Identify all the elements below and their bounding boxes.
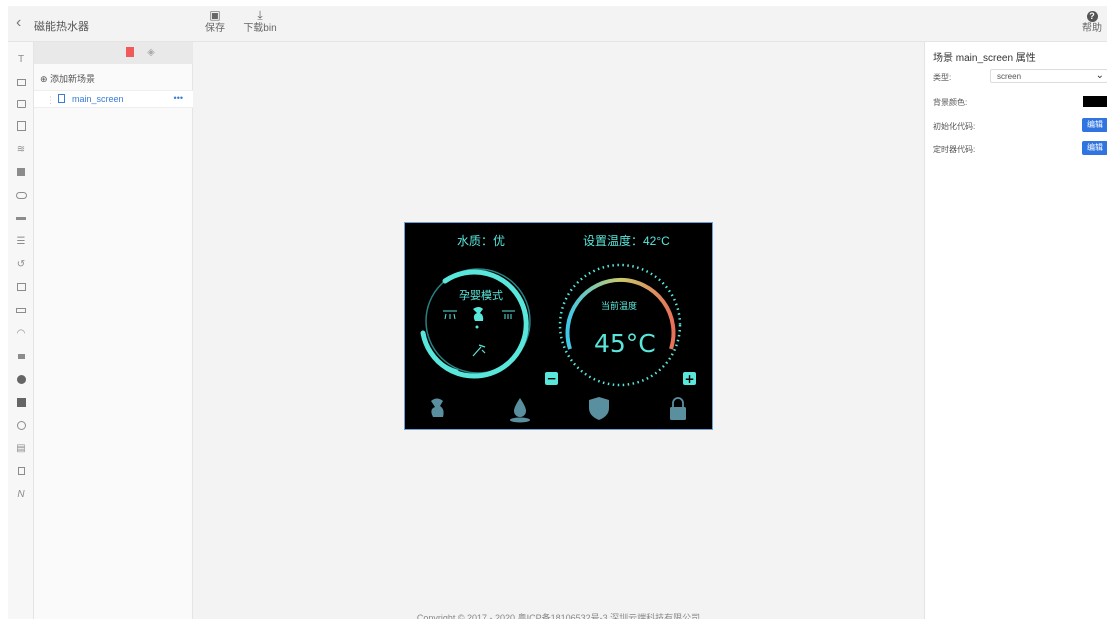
faucet-mode-icon <box>473 307 484 329</box>
text-icon[interactable]: T <box>8 50 34 70</box>
led-icon[interactable] <box>8 347 34 367</box>
type-value: screen <box>997 72 1022 81</box>
arc-icon[interactable]: ↺ <box>8 255 34 275</box>
save-button[interactable]: ▣ 保存 <box>204 8 226 36</box>
properties-panel: 场景 main_screen 属性 类型: screen ⌄ 背景颜色: 初始化… <box>924 42 1107 619</box>
chevron-left-icon[interactable]: ‹ <box>16 14 32 32</box>
water-quality-label: 水质：优 <box>457 234 506 248</box>
current-temp-value: 45°C <box>594 329 656 358</box>
shower-left-icon <box>443 310 457 320</box>
lock-icon[interactable] <box>670 397 686 420</box>
help-icon: ? <box>1086 11 1098 22</box>
download-icon: ⤓ <box>257 8 263 22</box>
download-bin-button[interactable]: ⤓ 下载bin <box>240 8 280 36</box>
gauge-dots <box>558 263 682 387</box>
edit-timer-code-button[interactable]: 编辑 <box>1082 141 1107 155</box>
design-canvas[interactable]: − + 水质：优 设置温度：42°C 孕婴模式 当前温度 45°C <box>193 42 924 612</box>
file-icon <box>126 47 134 58</box>
init-code-label: 初始化代码: <box>933 122 976 131</box>
timer-code-label: 定时器代码: <box>933 145 976 154</box>
plus-glyph: + <box>684 372 694 386</box>
app-title: 磁能热水器 <box>34 21 89 33</box>
more-icon[interactable]: ••• <box>174 93 183 103</box>
scene-tabs: ◈ <box>34 42 193 64</box>
table-icon[interactable]: ▤ <box>8 439 34 459</box>
calendar-icon[interactable] <box>8 278 34 298</box>
help-button[interactable]: ? 帮助 <box>1079 8 1105 36</box>
drag-handle-icon[interactable]: ⋮ <box>46 95 55 106</box>
checkbox-icon[interactable] <box>8 163 34 183</box>
type-label: 类型: <box>933 73 952 82</box>
current-temp-label: 当前温度 <box>601 301 638 311</box>
chart-icon[interactable]: N <box>8 485 34 505</box>
copyright-footer: Copyright © 2017 - 2020 粤ICP备18106532号-3… <box>193 611 924 619</box>
spray-icon <box>472 344 486 357</box>
help-label: 帮助 <box>1082 23 1102 34</box>
widget-toolbar: T ≋ ☰ ↺ ◠ ▤ N <box>8 42 34 619</box>
image-icon[interactable] <box>8 95 34 115</box>
type-select[interactable]: screen ⌄ <box>990 69 1107 83</box>
edit-init-code-button[interactable]: 编辑 <box>1082 118 1107 132</box>
slider-icon[interactable]: ≋ <box>8 140 34 160</box>
scene-panel: ◈ ⊕ 添加新场景 ⋮ main_screen ••• <box>34 42 193 619</box>
properties-title: 场景 main_screen 属性 <box>933 53 1036 64</box>
faucet-icon[interactable] <box>431 398 444 418</box>
mode-label: 孕婴模式 <box>459 290 503 302</box>
top-header: ‹ 磁能热水器 ▣ 保存 ⤓ 下载bin ? 帮助 <box>8 6 1107 42</box>
layers-tab[interactable]: ◈ <box>144 46 158 60</box>
add-scene-button[interactable]: ⊕ 添加新场景 <box>40 72 95 85</box>
square-icon[interactable] <box>8 393 34 413</box>
save-icon: ▣ <box>209 8 221 22</box>
gauge-icon[interactable]: ◠ <box>8 324 34 344</box>
ring-icon[interactable] <box>8 416 34 436</box>
label-icon[interactable] <box>8 117 34 137</box>
shield-icon[interactable] <box>589 397 609 420</box>
layers-icon: ◈ <box>147 47 155 58</box>
device-screen[interactable]: − + 水质：优 设置温度：42°C 孕婴模式 当前温度 45°C <box>404 222 713 430</box>
water-drop-icon[interactable] <box>510 398 530 423</box>
download-label: 下载bin <box>243 23 277 34</box>
save-label: 保存 <box>205 23 225 34</box>
circle-icon[interactable] <box>8 370 34 390</box>
button-icon[interactable] <box>8 301 34 321</box>
file-tab[interactable] <box>123 46 137 60</box>
shower-right-icon <box>502 310 515 319</box>
bg-color-label: 背景颜色: <box>933 98 968 107</box>
device-graphics: − + <box>420 263 696 423</box>
container-icon[interactable] <box>8 462 34 482</box>
scene-list-item[interactable]: ⋮ main_screen ••• <box>34 90 193 108</box>
minus-glyph: − <box>546 372 556 386</box>
scene-name: main_screen <box>72 94 124 104</box>
progress-icon[interactable] <box>8 209 34 229</box>
list-icon[interactable]: ☰ <box>8 232 34 252</box>
switch-icon[interactable] <box>8 186 34 206</box>
rect-icon[interactable] <box>8 73 34 93</box>
set-temp-label: 设置温度：42°C <box>583 234 670 248</box>
chevron-down-icon: ⌄ <box>1095 70 1104 81</box>
bg-color-swatch[interactable] <box>1083 96 1107 107</box>
document-icon <box>58 94 65 103</box>
